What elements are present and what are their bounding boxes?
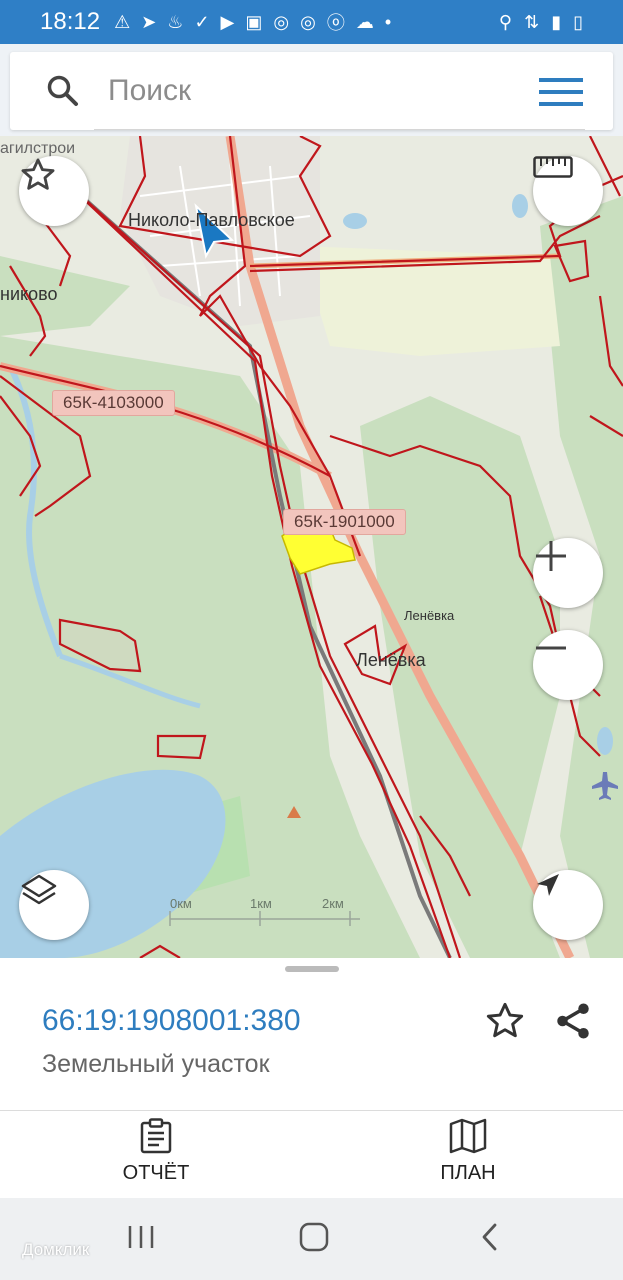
lukoil-icon: ▣ [245, 11, 263, 32]
ok-icon: ⓞ [326, 13, 345, 33]
pond [512, 194, 528, 218]
plus-icon [536, 541, 566, 571]
menu-icon[interactable] [539, 78, 583, 106]
scale-label: 0км [170, 896, 192, 911]
navigation-arrow-icon [537, 874, 559, 896]
search-input[interactable] [106, 70, 470, 112]
parcel-info-sheet: 66:19:1908001:380 Земельный участок ОТЧЁ… [0, 958, 623, 1198]
minus-icon [536, 646, 566, 650]
telegram-icon: ➤ [141, 11, 157, 32]
map-label-town: никово [0, 284, 58, 304]
search-underline [94, 129, 585, 130]
search-bar [10, 52, 613, 130]
scale-label: 1км [250, 896, 272, 911]
zoom-in-button[interactable] [533, 538, 603, 608]
location-icon: ⚲ [498, 11, 513, 32]
cloud-icon: ☁ [355, 11, 374, 32]
road-label: 65К-4103000 [52, 390, 175, 416]
system-nav-bar [0, 1198, 623, 1280]
divider [0, 1110, 623, 1111]
report-button[interactable]: ОТЧЁТ [56, 1116, 256, 1196]
status-time: 18:12 [40, 8, 101, 35]
map-icon [449, 1118, 487, 1154]
clipboard-icon [140, 1118, 172, 1154]
map-label-village: Ленёвка [356, 650, 426, 670]
scale-label: 2км [322, 896, 344, 911]
star-icon [21, 158, 55, 190]
watermark: Домклик [22, 1240, 90, 1259]
search-icon[interactable] [46, 74, 80, 108]
dot-icon: • [384, 11, 392, 32]
share-icon[interactable] [552, 1000, 594, 1042]
favorites-map-button[interactable] [19, 156, 89, 226]
layers-button[interactable] [19, 870, 89, 940]
map-label-village-small: Ленёвка [404, 608, 455, 623]
pond [597, 727, 613, 755]
zoom-out-button[interactable] [533, 630, 603, 700]
battery-icon: ▯ [573, 11, 583, 32]
warning-icon: ⚠ [114, 11, 131, 32]
plan-button[interactable]: ПЛАН [368, 1116, 568, 1196]
object-type: Земельный участок [42, 1050, 270, 1078]
signal-icon: ▮ [551, 11, 562, 32]
recent-apps-icon[interactable] [126, 1224, 156, 1250]
cadastral-number[interactable]: 66:19:1908001:380 [42, 1004, 301, 1038]
status-notification-icons: ⚠ ➤ ♨ ✓ ▶ ▣ ◎ ◎ ⓞ ☁ • [114, 9, 391, 35]
youtube-icon: ▶ [220, 11, 235, 32]
pond [343, 213, 367, 229]
chrome-icon: ◎ [300, 11, 316, 32]
chrome-icon: ◎ [273, 11, 290, 32]
status-system-icons: ⚲ ⇅ ▮ ▯ [499, 12, 583, 33]
home-icon[interactable] [298, 1221, 330, 1253]
network-icon: ⇅ [524, 11, 540, 32]
status-bar: 18:12 ⚠ ➤ ♨ ✓ ▶ ▣ ◎ ◎ ⓞ ☁ • ⚲ ⇅ ▮ ▯ [0, 0, 623, 44]
map-canvas [0, 136, 623, 958]
layers-icon [21, 874, 57, 905]
report-label: ОТЧЁТ [122, 1162, 190, 1184]
search-bar-area [0, 44, 623, 136]
ruler-button[interactable] [533, 156, 603, 226]
my-location-button[interactable] [533, 870, 603, 940]
sheet-drag-handle[interactable] [285, 966, 339, 972]
check-icon: ✓ [194, 11, 210, 32]
fire-icon: ♨ [167, 11, 184, 32]
map-view[interactable]: Николо-Павловское никово агилстрои Ленёв… [0, 136, 623, 958]
favorite-icon[interactable] [484, 1000, 526, 1042]
back-icon[interactable] [480, 1222, 500, 1252]
ruler-icon [533, 156, 573, 178]
plan-label: ПЛАН [440, 1162, 496, 1184]
road-label: 65К-1901000 [283, 509, 406, 535]
map-label-town: Николо-Павловское [128, 210, 295, 230]
